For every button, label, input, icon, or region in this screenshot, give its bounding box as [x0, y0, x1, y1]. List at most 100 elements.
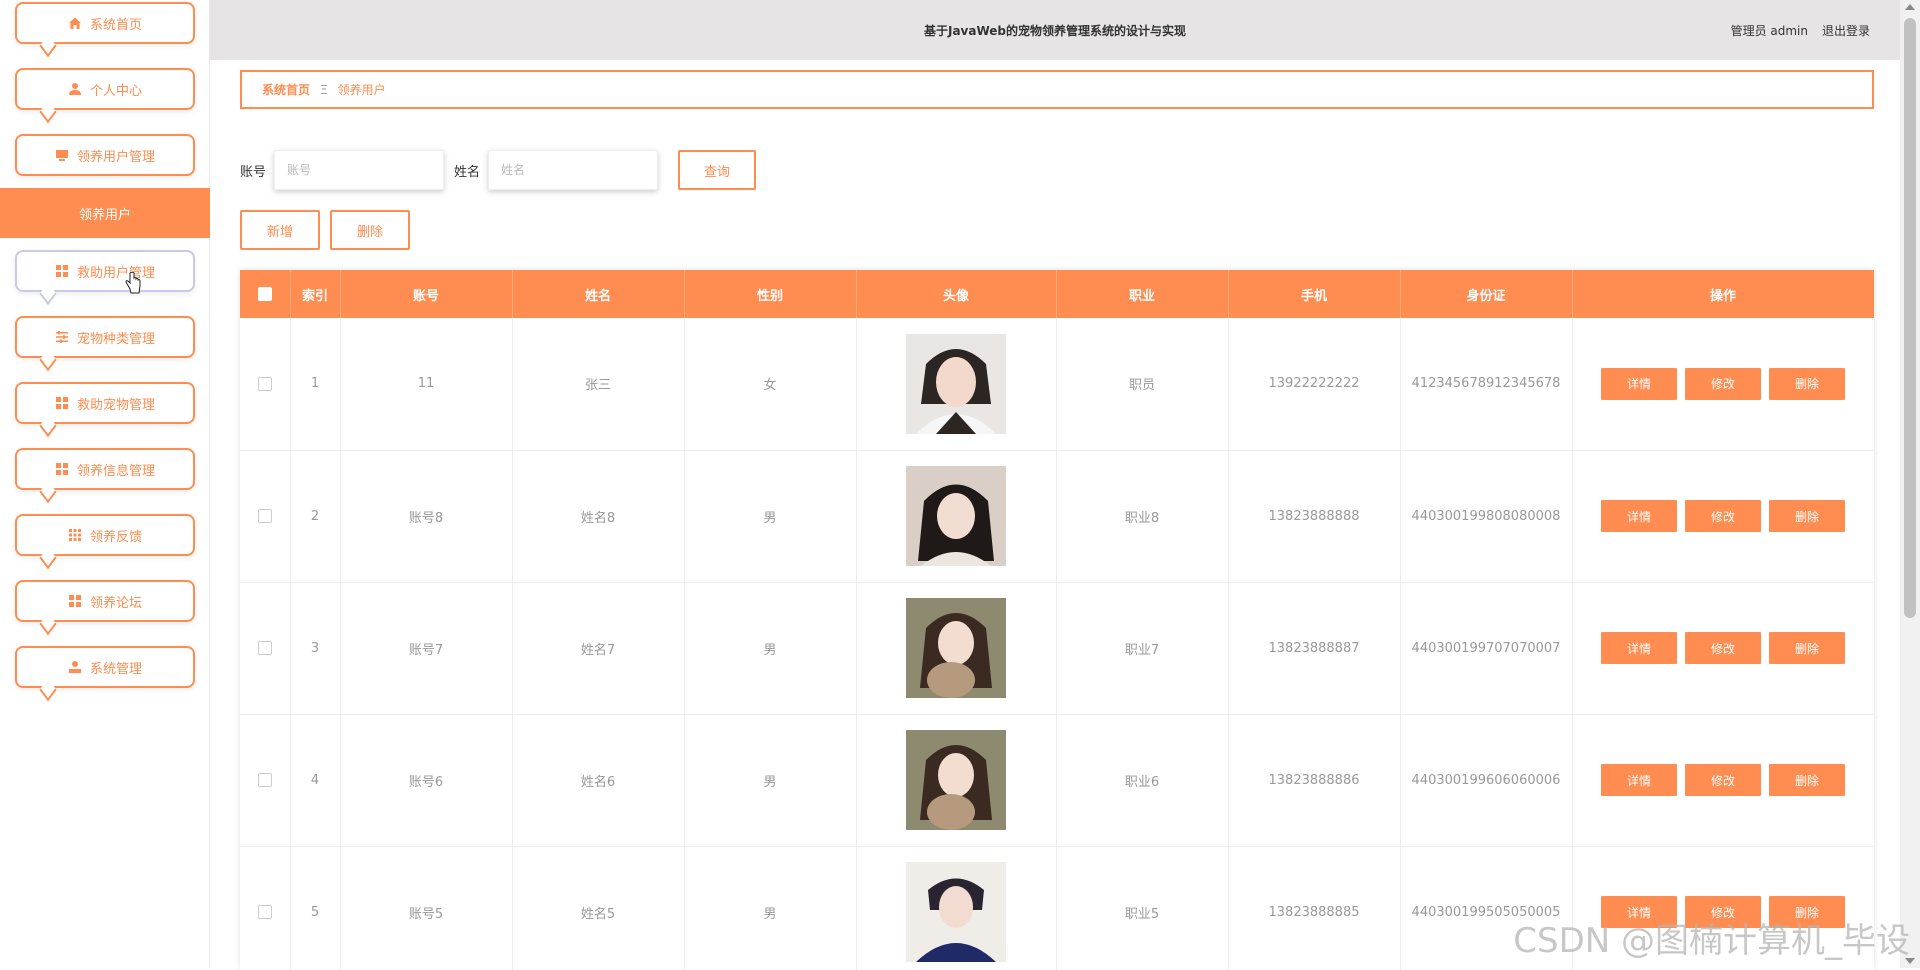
cell-name: 张三 — [512, 318, 684, 450]
detail-button[interactable]: 详情 — [1601, 764, 1677, 796]
delete-button[interactable]: 删除 — [1769, 500, 1845, 532]
row-checkbox[interactable] — [258, 509, 272, 523]
column-header: 索引 — [290, 270, 340, 318]
current-user-label: 管理员 admin — [1731, 22, 1808, 39]
scroll-up-icon[interactable] — [1905, 4, 1915, 10]
row-checkbox[interactable] — [258, 905, 272, 919]
cell-gender: 女 — [684, 318, 856, 450]
cell-phone: 13823888888 — [1228, 450, 1400, 582]
sidebar-item-system[interactable]: 系统管理 — [15, 646, 195, 688]
cell-account: 账号7 — [340, 582, 512, 714]
tail — [39, 101, 56, 124]
sidebar-item-label: 系统管理 — [90, 658, 142, 677]
edit-button[interactable]: 修改 — [1685, 368, 1761, 400]
avatar — [906, 334, 1006, 434]
submenu-adopt-user[interactable]: 领养用户 — [0, 188, 210, 238]
sidebar-item-profile[interactable]: 个人中心 — [15, 68, 195, 110]
sidebar-item-label: 宠物种类管理 — [77, 328, 155, 347]
account-search-input[interactable] — [274, 150, 444, 190]
breadcrumb: 系统首页 Ξ 领养用户 — [240, 70, 1874, 109]
tail — [39, 35, 56, 58]
sidebar: 系统首页 个人中心 领养用户管理 领养用户 救助用户管理 宠物种类管理 救助宠物… — [0, 0, 210, 968]
tail — [39, 547, 56, 570]
table-row: 1 11 张三 女 职员 13922222222 412345678912345… — [240, 318, 1874, 450]
select-all-cell[interactable] — [240, 270, 290, 318]
batch-delete-button[interactable]: 删除 — [330, 210, 410, 250]
cell-name: 姓名6 — [512, 714, 684, 846]
row-checkbox[interactable] — [258, 377, 272, 391]
sidebar-item-label: 个人中心 — [90, 80, 142, 99]
cell-gender: 男 — [684, 714, 856, 846]
cell-id-card: 440300199808080008 — [1400, 450, 1572, 582]
cell-index: 3 — [290, 582, 340, 714]
edit-button[interactable]: 修改 — [1685, 632, 1761, 664]
edit-button[interactable]: 修改 — [1685, 500, 1761, 532]
sidebar-item-label: 领养反馈 — [90, 526, 142, 545]
cell-id-card: 440300199707070007 — [1400, 582, 1572, 714]
page-scrollbar[interactable] — [1900, 0, 1920, 968]
sidebar-item-adopt-info[interactable]: 领养信息管理 — [15, 448, 195, 490]
top-header: 基于JavaWeb的宠物领养管理系统的设计与实现 管理员 admin 退出登录 — [210, 0, 1900, 60]
table-row: 4 账号6 姓名6 男 职业6 13823888886 440300199606… — [240, 714, 1874, 846]
grid-icon — [55, 264, 69, 278]
edit-button[interactable]: 修改 — [1685, 764, 1761, 796]
sidebar-item-home[interactable]: 系统首页 — [15, 2, 195, 44]
name-search-input[interactable] — [488, 150, 658, 190]
avatar — [906, 466, 1006, 566]
row-checkbox[interactable] — [258, 773, 272, 787]
table-header-row: 索引 账号 姓名 性别 头像 职业 手机 身份证 操作 — [240, 270, 1874, 318]
sidebar-item-label: 领养信息管理 — [77, 460, 155, 479]
row-checkbox[interactable] — [258, 641, 272, 655]
cell-account: 11 — [340, 318, 512, 450]
sidebar-item-adopt-users[interactable]: 领养用户管理 — [15, 134, 195, 176]
tail — [39, 283, 56, 306]
cell-account: 账号8 — [340, 450, 512, 582]
grid-icon — [68, 594, 82, 608]
hand-cursor-icon — [124, 272, 142, 294]
cell-phone: 13922222222 — [1228, 318, 1400, 450]
cell-job: 职业8 — [1056, 450, 1228, 582]
grid-icon — [55, 396, 69, 410]
breadcrumb-home-link[interactable]: 系统首页 — [262, 81, 310, 98]
select-all-checkbox[interactable] — [258, 287, 272, 301]
cell-job: 职员 — [1056, 318, 1228, 450]
detail-button[interactable]: 详情 — [1601, 368, 1677, 400]
action-bar: 新增 删除 — [240, 210, 410, 250]
sidebar-item-adopt-forum[interactable]: 领养论坛 — [15, 580, 195, 622]
cell-gender: 男 — [684, 450, 856, 582]
cell-name: 姓名8 — [512, 450, 684, 582]
tail — [39, 415, 56, 438]
cell-phone: 13823888887 — [1228, 582, 1400, 714]
add-button[interactable]: 新增 — [240, 210, 320, 250]
apps-icon — [68, 528, 82, 542]
cell-id-card: 440300199606060006 — [1400, 714, 1572, 846]
scroll-thumb[interactable] — [1904, 18, 1916, 618]
breadcrumb-current: 领养用户 — [338, 81, 386, 98]
delete-button[interactable]: 删除 — [1769, 368, 1845, 400]
sidebar-item-label: 救助用户管理 — [77, 262, 155, 281]
sidebar-item-adopt-feedback[interactable]: 领养反馈 — [15, 514, 195, 556]
tail — [39, 679, 56, 702]
column-header: 手机 — [1228, 270, 1400, 318]
tail — [39, 613, 56, 636]
sidebar-item-label: 系统首页 — [90, 14, 142, 33]
avatar — [906, 730, 1006, 830]
column-header: 账号 — [340, 270, 512, 318]
detail-button[interactable]: 详情 — [1601, 500, 1677, 532]
name-label: 姓名 — [454, 161, 480, 180]
sidebar-item-label: 领养论坛 — [90, 592, 142, 611]
delete-button[interactable]: 删除 — [1769, 764, 1845, 796]
sliders-icon — [55, 330, 69, 344]
logout-link[interactable]: 退出登录 — [1822, 22, 1870, 39]
delete-button[interactable]: 删除 — [1769, 632, 1845, 664]
main-content: 系统首页 Ξ 领养用户 账号 姓名 查询 新增 删除 索引 账号 姓名 — [210, 60, 1900, 968]
detail-button[interactable]: 详情 — [1601, 632, 1677, 664]
sidebar-item-pet-types[interactable]: 宠物种类管理 — [15, 316, 195, 358]
sidebar-item-rescue-users[interactable]: 救助用户管理 — [15, 250, 195, 292]
home-icon — [68, 16, 82, 30]
query-button[interactable]: 查询 — [678, 150, 756, 190]
cell-job: 职业6 — [1056, 714, 1228, 846]
sidebar-item-rescue-pets[interactable]: 救助宠物管理 — [15, 382, 195, 424]
cell-phone: 13823888886 — [1228, 714, 1400, 846]
header-user-area: 管理员 admin 退出登录 — [1731, 22, 1870, 39]
